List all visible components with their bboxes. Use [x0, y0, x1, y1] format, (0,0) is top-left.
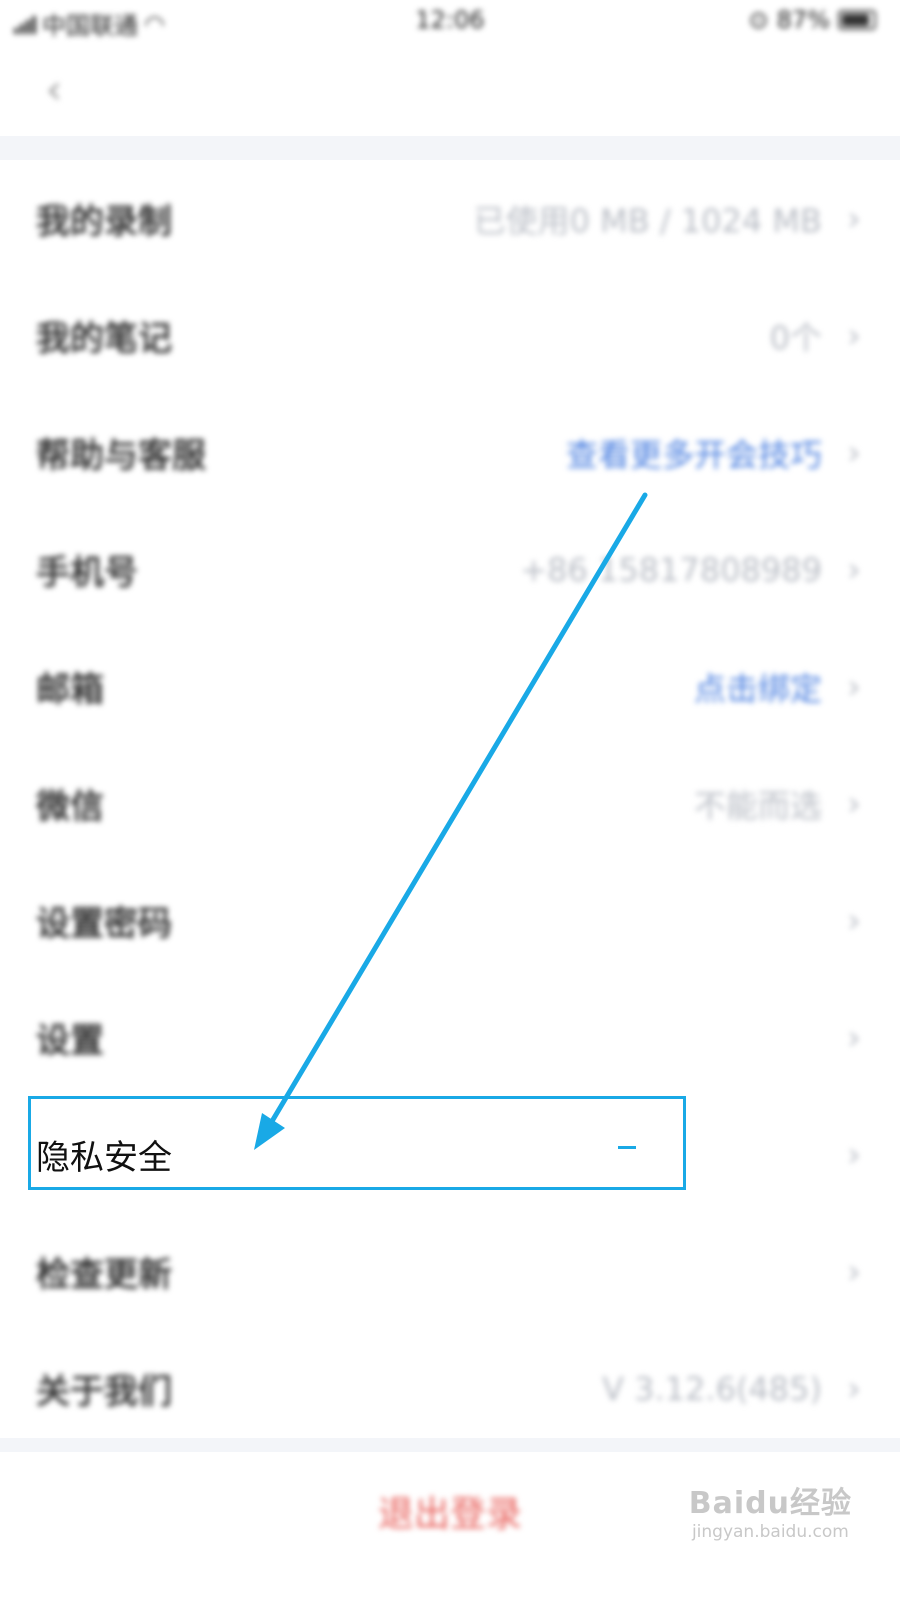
chevron-right-icon: ›: [847, 198, 861, 239]
row-label: 设置: [36, 1021, 104, 1061]
row-value-link[interactable]: 查看更多开会技巧: [566, 430, 822, 476]
battery-icon: [838, 10, 876, 30]
baidu-watermark: Baidu经验 jingyan.baidu.com: [689, 1478, 852, 1542]
row-help-support[interactable]: 帮助与客服 查看更多开会技巧 ›: [0, 394, 900, 511]
row-value: V 3.12.6(485): [602, 1369, 822, 1408]
chevron-right-icon: ›: [847, 1134, 861, 1175]
chevron-right-icon: ›: [847, 900, 861, 941]
logout-label: 退出登录: [377, 1494, 522, 1535]
row-label: 手机号: [36, 553, 138, 593]
watermark-sub: jingyan.baidu.com: [691, 1522, 849, 1542]
row-value: 0个: [769, 318, 822, 357]
row-check-update[interactable]: 检查更新 ›: [0, 1213, 900, 1330]
row-value: 不能而选: [693, 786, 822, 825]
battery-percent: 87%: [776, 6, 830, 34]
row-label: 我的录制: [36, 202, 172, 242]
row-set-password[interactable]: 设置密码 ›: [0, 862, 900, 979]
row-label: 微信: [36, 787, 104, 827]
row-value: +86 15817808989: [520, 550, 822, 589]
row-value-link[interactable]: 点击绑定: [694, 664, 822, 710]
row-email[interactable]: 邮箱 点击绑定 ›: [0, 628, 900, 745]
row-label: 邮箱: [36, 670, 104, 710]
row-label: 检查更新: [36, 1255, 172, 1295]
row-about-us[interactable]: 关于我们 V 3.12.6(485) ›: [0, 1330, 900, 1447]
status-right: ⊙ 87%: [749, 6, 876, 34]
watermark-main: Baidu经验: [688, 1486, 852, 1521]
row-phone[interactable]: 手机号 +86 15817808989 ›: [0, 511, 900, 628]
section-divider: [0, 136, 900, 160]
chevron-right-icon: ›: [847, 1251, 861, 1292]
section-divider-bottom: [0, 1438, 900, 1452]
alarm-icon: ⊙: [748, 6, 769, 34]
back-button[interactable]: ‹: [34, 64, 74, 116]
chevron-right-icon: ›: [847, 549, 861, 590]
annotation-dash: [618, 1146, 636, 1149]
row-label-privacy: 隐私安全: [36, 1138, 172, 1178]
chevron-right-icon: ›: [847, 666, 861, 707]
chevron-right-icon: ›: [847, 432, 861, 473]
row-value: 已使用0 MB / 1024 MB: [473, 201, 822, 240]
row-my-notes[interactable]: 我的笔记 0个 ›: [0, 277, 900, 394]
row-label: 我的笔记: [36, 319, 172, 359]
navigation-bar: ‹: [0, 44, 900, 136]
row-label: 关于我们: [36, 1372, 172, 1412]
chevron-right-icon: ›: [847, 315, 861, 356]
row-privacy-security[interactable]: 隐私安全 ›: [0, 1096, 900, 1213]
row-wechat[interactable]: 微信 不能而选 ›: [0, 745, 900, 862]
chevron-right-icon: ›: [847, 1017, 861, 1058]
row-my-recordings[interactable]: 我的录制 已使用0 MB / 1024 MB ›: [0, 160, 900, 277]
settings-list: 我的录制 已使用0 MB / 1024 MB › 我的笔记 0个 › 帮助与客服…: [0, 160, 900, 1447]
row-label: 设置密码: [36, 904, 172, 944]
row-settings[interactable]: 设置 ›: [0, 979, 900, 1096]
chevron-right-icon: ›: [847, 783, 861, 824]
chevron-right-icon: ›: [847, 1368, 861, 1409]
chevron-left-icon: ‹: [46, 67, 62, 113]
status-bar: 中国联通 ◠ 12:06 ⊙ 87%: [0, 0, 900, 44]
row-label: 帮助与客服: [36, 436, 206, 476]
